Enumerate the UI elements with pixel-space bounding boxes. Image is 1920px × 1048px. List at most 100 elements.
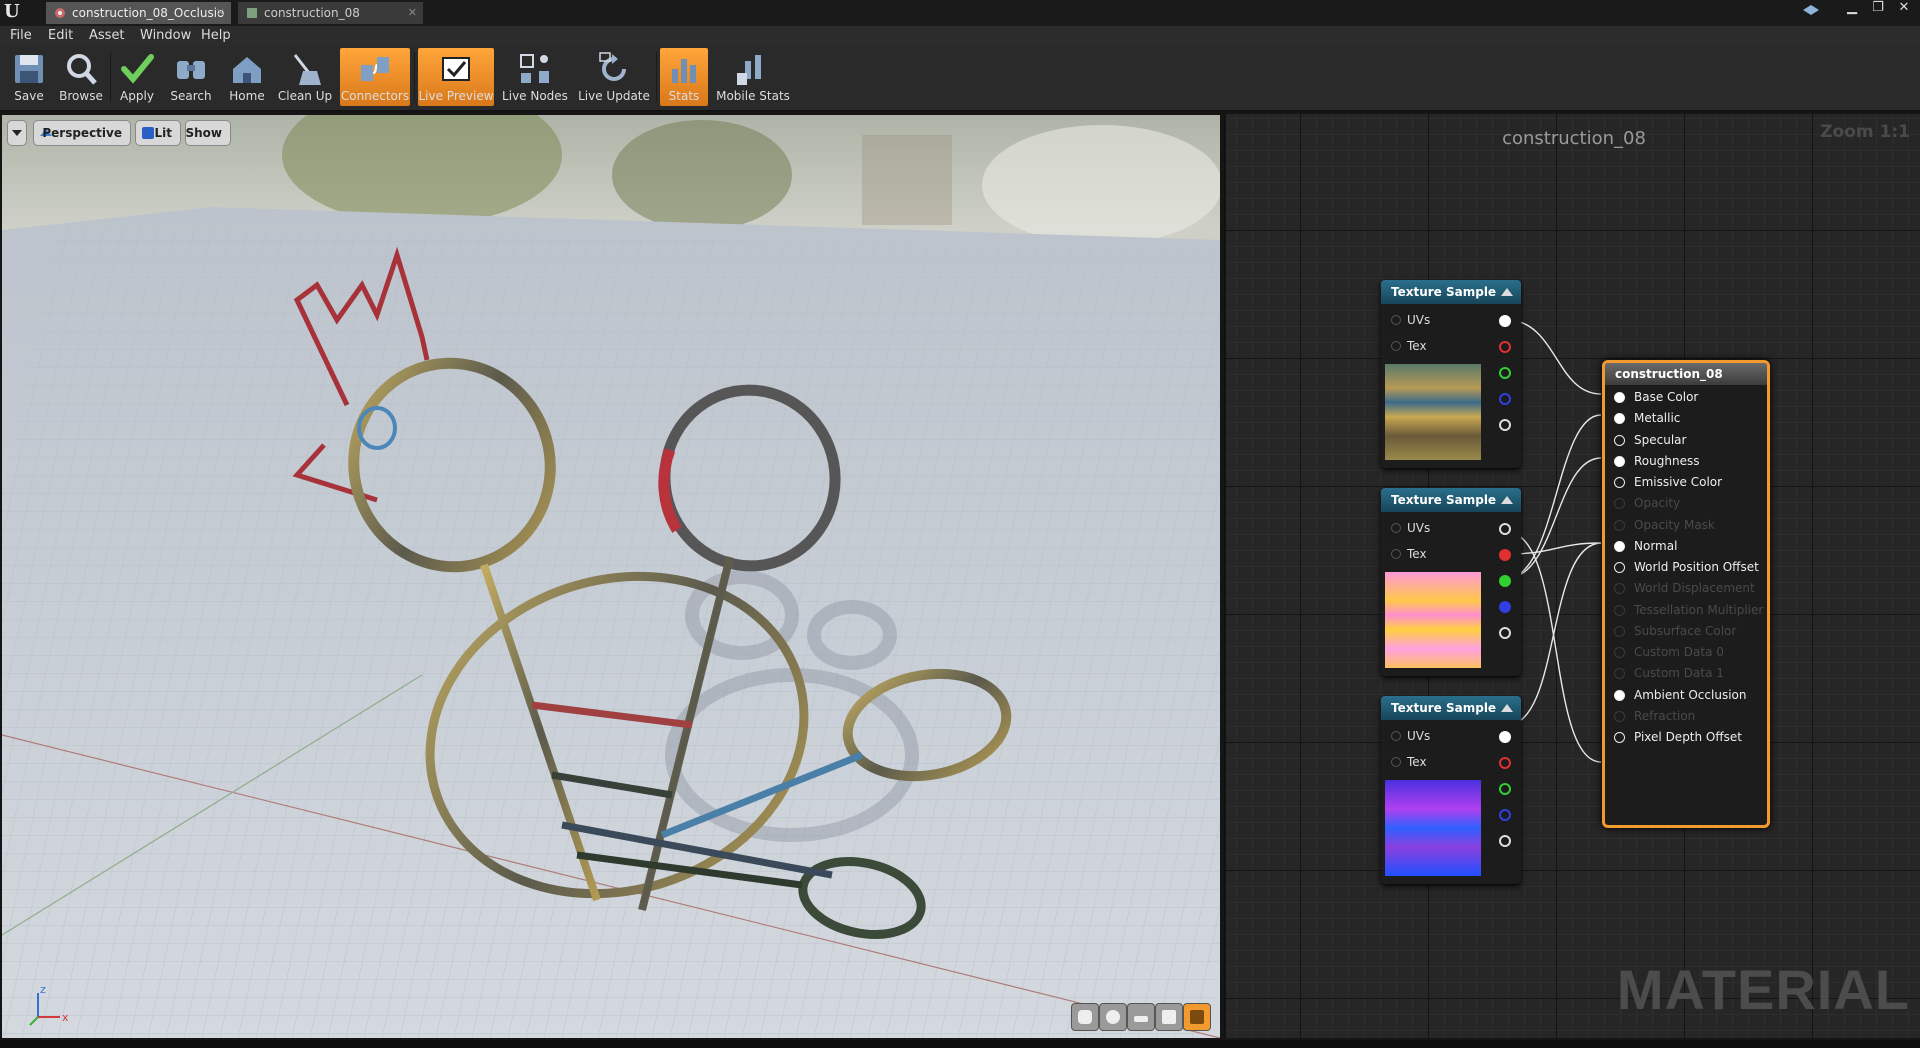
material-pin-row: Subsurface Color	[1605, 621, 1765, 641]
output-a-pin[interactable]	[1499, 627, 1511, 639]
menu-file[interactable]: File	[10, 26, 32, 46]
show-label: Show	[185, 126, 222, 140]
connectors-button[interactable]: Connectors	[340, 48, 410, 106]
material-result-node[interactable]: construction_08 Base Color Metallic Specul…	[1602, 360, 1770, 828]
search-button[interactable]: Search	[166, 48, 216, 106]
output-b-pin[interactable]	[1499, 809, 1511, 821]
output-b-pin[interactable]	[1499, 601, 1511, 613]
menu-asset[interactable]: Asset	[89, 26, 125, 46]
input-pin[interactable]	[1614, 413, 1625, 425]
notification-icon[interactable]	[1802, 3, 1820, 17]
menu-help[interactable]: Help	[201, 26, 231, 46]
collapse-icon[interactable]	[1501, 704, 1513, 712]
preview-viewport[interactable]: Perspective Lit Show z x	[2, 115, 1220, 1038]
viewport-options-button[interactable]	[8, 121, 26, 145]
tab-construction-08-occlusion[interactable]: construction_08_Occlusio ✕	[46, 2, 231, 24]
browse-button[interactable]: Browse	[56, 48, 106, 106]
material-pin-row[interactable]: Emissive Color	[1605, 472, 1765, 492]
input-pin[interactable]	[1391, 523, 1401, 533]
material-pin-row[interactable]: Specular	[1605, 430, 1765, 450]
texture-sample-node[interactable]: Texture Sample UVs Tex	[1381, 488, 1521, 676]
search-label: Search	[170, 89, 212, 103]
output-b-pin[interactable]	[1499, 393, 1511, 405]
output-r-pin[interactable]	[1499, 757, 1511, 769]
pin-uvs[interactable]: UVs	[1381, 518, 1521, 538]
show-button[interactable]: Show	[185, 121, 230, 145]
output-r-pin[interactable]	[1499, 341, 1511, 353]
output-rgb-pin[interactable]	[1499, 315, 1511, 327]
input-pin[interactable]	[1614, 455, 1625, 467]
input-pin[interactable]	[1614, 392, 1625, 403]
material-graph-panel[interactable]: construction_08 Zoom 1:1 MATERIAL Textur…	[1224, 114, 1920, 1038]
live-update-button[interactable]: Live Update	[576, 48, 652, 106]
live-preview-button[interactable]: Live Preview	[418, 48, 494, 106]
material-pin-row[interactable]: Normal	[1605, 536, 1765, 556]
perspective-button[interactable]: Perspective	[34, 121, 130, 145]
output-g-pin[interactable]	[1499, 783, 1511, 795]
material-pin-row[interactable]: Metallic	[1605, 408, 1765, 428]
output-r-pin[interactable]	[1499, 549, 1511, 561]
pin-tex[interactable]: Tex	[1381, 336, 1521, 356]
input-pin[interactable]	[1391, 315, 1401, 325]
material-pin-row[interactable]: Pixel Depth Offset	[1605, 727, 1765, 747]
restore-button[interactable]: ❐	[1866, 0, 1890, 16]
home-button[interactable]: Home	[222, 48, 272, 106]
pin-tex[interactable]: Tex	[1381, 544, 1521, 564]
texture-sample-node[interactable]: Texture Sample UVs Tex	[1381, 280, 1521, 468]
output-g-pin[interactable]	[1499, 575, 1511, 587]
menu-bar: File Edit Asset Window Help	[0, 26, 1920, 46]
pin-tex[interactable]: Tex	[1381, 752, 1521, 772]
output-a-pin[interactable]	[1499, 835, 1511, 847]
plane-preview-button[interactable]	[1128, 1004, 1154, 1030]
close-window-button[interactable]: ✕	[1892, 0, 1916, 16]
material-pin-row[interactable]: World Position Offset	[1605, 557, 1765, 577]
material-pin-label: Opacity	[1634, 496, 1681, 511]
input-pin[interactable]	[1614, 689, 1625, 701]
save-label: Save	[14, 89, 44, 103]
input-pin[interactable]	[1391, 549, 1401, 559]
pin-uvs[interactable]: UVs	[1381, 310, 1521, 330]
input-pin[interactable]	[1614, 434, 1625, 446]
title-bar: U construction_08_Occlusio ✕ constructio…	[0, 0, 1920, 26]
output-a-pin[interactable]	[1499, 419, 1511, 431]
lit-button[interactable]: Lit	[136, 121, 180, 145]
menu-window[interactable]: Window	[140, 26, 191, 46]
material-pin-row[interactable]: Base Color	[1605, 387, 1765, 407]
stats-icon	[672, 59, 696, 83]
collapse-icon[interactable]	[1501, 288, 1513, 296]
input-pin[interactable]	[1391, 757, 1401, 767]
material-pin-label: Roughness	[1634, 453, 1700, 468]
input-pin[interactable]	[1614, 732, 1625, 743]
live-nodes-button[interactable]: Live Nodes	[498, 48, 572, 106]
output-g-pin[interactable]	[1499, 367, 1511, 379]
input-pin[interactable]	[1391, 341, 1401, 351]
input-pin[interactable]	[1614, 562, 1625, 573]
mobile-stats-button[interactable]: Mobile Stats	[712, 48, 794, 106]
material-pin-row[interactable]: Roughness	[1605, 451, 1765, 471]
cube-preview-button[interactable]	[1156, 1004, 1182, 1030]
stats-button[interactable]: Stats	[660, 48, 708, 106]
save-button[interactable]: Save	[6, 48, 52, 106]
material-pin-row: Tessellation Multiplier	[1605, 600, 1765, 620]
sphere-preview-button[interactable]	[1100, 1004, 1126, 1030]
input-pin[interactable]	[1614, 477, 1625, 488]
tab-label: construction_08_Occlusio	[72, 6, 225, 20]
material-pin-row[interactable]: Ambient Occlusion	[1605, 685, 1765, 705]
material-pin-label: Tessellation Multiplier	[1634, 602, 1764, 617]
apply-button[interactable]: Apply	[114, 48, 160, 106]
output-rgb-pin[interactable]	[1499, 731, 1511, 743]
collapse-icon[interactable]	[1501, 496, 1513, 504]
input-pin[interactable]	[1614, 540, 1625, 552]
menu-edit[interactable]: Edit	[48, 26, 73, 46]
texture-sample-node[interactable]: Texture Sample UVs Tex	[1381, 696, 1521, 884]
close-tab-icon[interactable]: ✕	[216, 2, 225, 24]
custom-mesh-preview-button[interactable]	[1184, 1004, 1210, 1030]
output-rgb-pin[interactable]	[1499, 523, 1511, 535]
tab-construction-08[interactable]: construction_08 ✕	[238, 2, 423, 24]
pin-uvs[interactable]: UVs	[1381, 726, 1521, 746]
clean-up-button[interactable]: Clean Up	[276, 48, 334, 106]
input-pin[interactable]	[1391, 731, 1401, 741]
close-tab-icon[interactable]: ✕	[408, 2, 417, 24]
minimize-button[interactable]: ▁	[1840, 0, 1864, 16]
cylinder-preview-button[interactable]	[1072, 1004, 1098, 1030]
